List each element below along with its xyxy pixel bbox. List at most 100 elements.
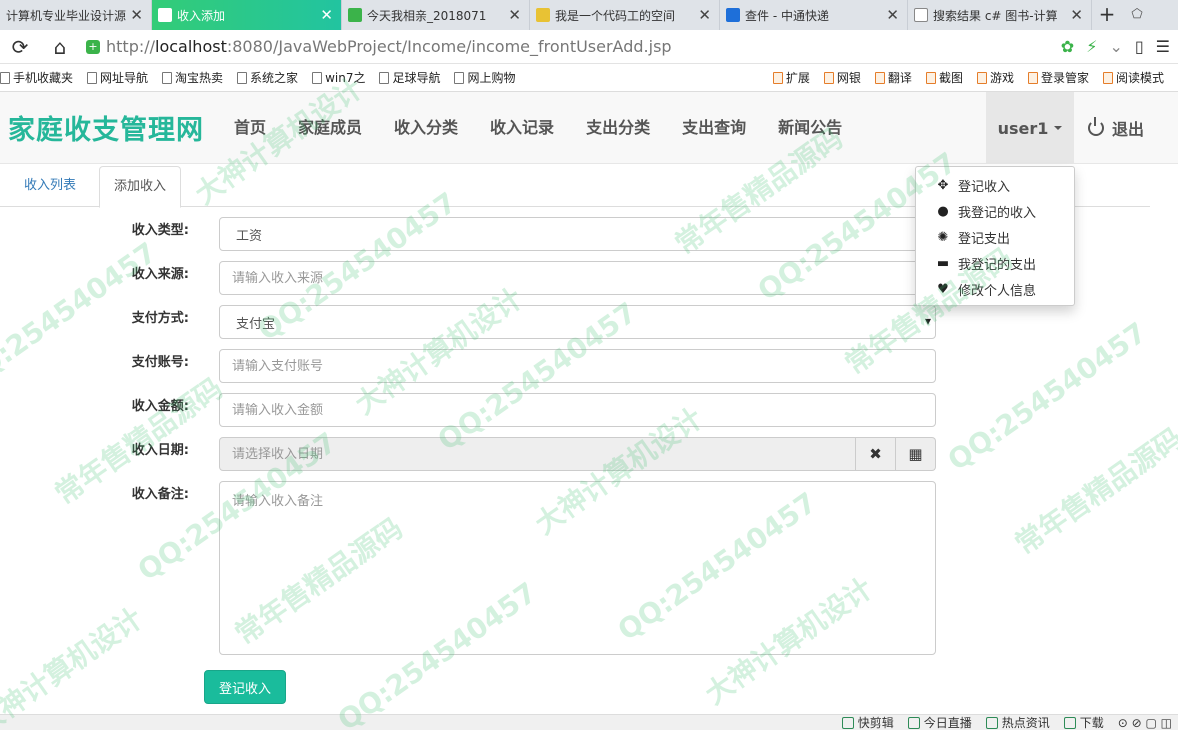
close-icon[interactable]: ✕	[1070, 6, 1083, 24]
clear-date-icon[interactable]: ✖	[856, 437, 896, 471]
browser-actions: ✿ ⚡ ⌄ ▯ ☰	[1049, 37, 1178, 56]
extension-item[interactable]: 阅读模式	[1102, 69, 1164, 86]
power-icon	[1088, 117, 1104, 136]
browser-tab-bar: 计算机专业毕业设计源 ✕ 收入添加 ✕ 今天我相亲_2018071 ✕ 我是一个…	[0, 0, 1178, 30]
extension-item[interactable]: 翻译	[874, 69, 912, 86]
nav-expense-category[interactable]: 支出分类	[570, 92, 666, 164]
calendar-icon[interactable]: ▦	[896, 437, 936, 471]
login-icon	[1027, 71, 1038, 84]
browser-tab[interactable]: 今天我相亲_2018071 ✕	[342, 0, 530, 30]
bookmark-label: win7之	[325, 71, 366, 85]
close-icon[interactable]: ✕	[320, 6, 333, 24]
income-source-input[interactable]	[232, 270, 923, 286]
menu-item-my-expense[interactable]: ▬ 我登记的支出	[916, 250, 1074, 276]
pay-method-select[interactable]: 支付宝	[219, 305, 936, 339]
status-item[interactable]: 下载	[1063, 715, 1104, 730]
income-memo-textarea[interactable]	[232, 490, 923, 646]
income-type-select[interactable]: 工资	[219, 217, 936, 251]
pay-account-input[interactable]	[232, 358, 923, 374]
browser-tab-active[interactable]: 收入添加 ✕	[152, 0, 342, 30]
menu-item-add-income[interactable]: ✥ 登记收入	[916, 172, 1074, 198]
tab-income-list[interactable]: 收入列表	[10, 166, 90, 207]
home-icon[interactable]: ⌂	[40, 35, 80, 59]
browser-tab-title: 我是一个代码工的空间	[555, 8, 676, 23]
menu-item-edit-profile[interactable]: ♥ 修改个人信息	[916, 276, 1074, 302]
move-icon: ✥	[937, 177, 949, 193]
status-item[interactable]: 热点资讯	[985, 715, 1050, 730]
bookmark[interactable]: 淘宝热卖	[162, 69, 223, 86]
extension-item[interactable]: 登录管家	[1027, 69, 1089, 86]
close-icon[interactable]: ✕	[886, 6, 899, 24]
bookmark-label: 足球导航	[392, 71, 441, 85]
extension-item[interactable]: 截图	[925, 69, 963, 86]
tab-add-income[interactable]: 添加收入	[99, 166, 182, 208]
new-tab-button[interactable]: +	[1092, 0, 1122, 30]
nav-expense-query[interactable]: 支出查询	[666, 92, 762, 164]
browser-tab-title: 收入添加	[177, 8, 226, 23]
browser-tab[interactable]: 查件 - 中通快递 ✕	[720, 0, 908, 30]
extension-item[interactable]: 扩展	[772, 69, 810, 86]
refresh-icon[interactable]: ⟳	[0, 35, 40, 59]
status-label: 今日直播	[923, 716, 972, 730]
nav-income-records[interactable]: 收入记录	[474, 92, 570, 164]
user-dropdown-toggle[interactable]: user1	[986, 92, 1074, 164]
income-date-input[interactable]	[232, 446, 843, 462]
close-icon[interactable]: ✕	[698, 6, 711, 24]
extension-item[interactable]: 游戏	[976, 69, 1014, 86]
bookmark[interactable]: 系统之家	[237, 69, 298, 86]
cog-icon: ✺	[937, 229, 949, 245]
bookmark[interactable]: 网上购物	[454, 69, 515, 86]
nav-family-members[interactable]: 家庭成员	[282, 92, 378, 164]
close-icon[interactable]: ✕	[130, 6, 143, 24]
submit-income-button[interactable]: 登记收入	[204, 670, 286, 704]
book-icon	[1102, 71, 1113, 84]
menu-item-my-income[interactable]: ● 我登记的收入	[916, 198, 1074, 224]
caret-down-icon	[1054, 126, 1063, 130]
status-tools[interactable]: ⊙ ⊘ ▢ ◫	[1118, 716, 1172, 730]
browser-tab[interactable]: 计算机专业毕业设计源 ✕	[0, 0, 152, 30]
income-amount-input[interactable]	[232, 402, 923, 418]
speed-icon[interactable]: ✿	[1061, 37, 1074, 56]
bookmark[interactable]: win7之	[312, 69, 365, 86]
income-amount-field[interactable]	[219, 393, 936, 427]
game-icon	[976, 71, 987, 84]
menu-item-add-expense[interactable]: ✺ 登记支出	[916, 224, 1074, 250]
income-memo-field[interactable]	[219, 481, 936, 655]
menu-item-label: 登记收入	[958, 179, 1011, 195]
extension-item[interactable]: 网银	[823, 69, 861, 86]
extension-label: 扩展	[785, 71, 810, 85]
browser-tab[interactable]: 搜索结果 c# 图书-计算 ✕	[908, 0, 1092, 30]
browser-tab[interactable]: 我是一个代码工的空间 ✕	[530, 0, 720, 30]
menu-icon[interactable]: ☰	[1156, 37, 1170, 56]
watermark-text: 大神计算机设计	[0, 601, 149, 730]
pay-account-field[interactable]	[219, 349, 936, 383]
download-icon	[1063, 716, 1076, 729]
close-icon[interactable]: ✕	[508, 6, 521, 24]
income-date-field[interactable]	[219, 437, 856, 471]
site-navbar: 家庭收支管理网 首页 家庭成员 收入分类 收入记录 支出分类 支出查询 新闻公告…	[0, 92, 1178, 164]
restore-icon[interactable]: ⬠	[1122, 0, 1152, 30]
screenshot-icon	[925, 71, 936, 84]
bookmark[interactable]: 网址导航	[87, 69, 148, 86]
extension-label: 登录管家	[1040, 71, 1089, 85]
field-label: 收入金额:	[131, 399, 189, 414]
bookmarks-bar: 手机收藏夹 网址导航 淘宝热卖 系统之家 win7之 足球导航 网上购物 扩展 …	[0, 64, 1178, 92]
status-item[interactable]: 今日直播	[907, 715, 972, 730]
income-source-field[interactable]	[219, 261, 936, 295]
nav-news[interactable]: 新闻公告	[762, 92, 858, 164]
lightning-icon[interactable]: ⚡	[1086, 37, 1097, 56]
site-icon	[348, 8, 362, 22]
logout-link[interactable]: 退出	[1088, 92, 1144, 164]
bookmark[interactable]: 足球导航	[379, 69, 440, 86]
chevron-down-icon[interactable]: ⌄	[1109, 37, 1122, 56]
bookmark-label: 手机收藏夹	[13, 71, 74, 85]
extension-label: 阅读模式	[1115, 71, 1164, 85]
phone-icon[interactable]: ▯	[1135, 37, 1144, 56]
site-brand[interactable]: 家庭收支管理网	[8, 108, 204, 147]
bookmark[interactable]: 手机收藏夹	[0, 69, 73, 86]
nav-home[interactable]: 首页	[218, 92, 282, 164]
status-item[interactable]: 快剪辑	[841, 715, 894, 730]
extension-label: 游戏	[989, 71, 1014, 85]
address-bar[interactable]: + http://localhost:8080/JavaWebProject/I…	[86, 34, 1049, 60]
nav-income-category[interactable]: 收入分类	[378, 92, 474, 164]
